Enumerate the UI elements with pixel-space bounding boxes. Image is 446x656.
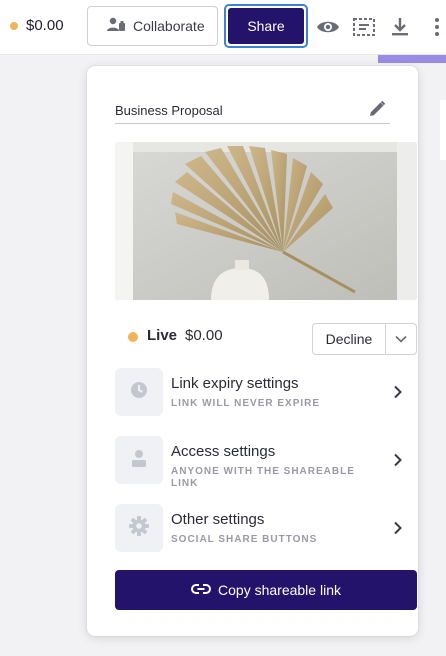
document-title: Business Proposal bbox=[115, 103, 223, 118]
decline-label: Decline bbox=[325, 331, 373, 347]
setting-icon-box bbox=[115, 436, 163, 484]
status-dot bbox=[10, 22, 18, 30]
setting-subtitle: ANYONE WITH THE SHAREABLE LINK bbox=[171, 466, 355, 489]
clock-icon bbox=[129, 380, 149, 405]
chevron-right-icon bbox=[391, 521, 405, 535]
variables-icon[interactable] bbox=[351, 14, 377, 40]
setting-subtitle: SOCIAL SHARE BUTTONS bbox=[171, 534, 318, 545]
live-status-dot bbox=[128, 332, 138, 342]
share-button[interactable]: Share bbox=[224, 4, 308, 48]
status-amount: $0.00 bbox=[185, 327, 223, 344]
setting-other[interactable]: Other settings SOCIAL SHARE BUTTONS bbox=[115, 504, 417, 554]
document-thumbnail bbox=[115, 142, 417, 300]
eye-icon[interactable] bbox=[315, 14, 341, 40]
top-toolbar: $0.00 Collaborate Share bbox=[0, 0, 446, 55]
copy-link-label: Copy shareable link bbox=[218, 582, 341, 598]
link-icon bbox=[191, 582, 211, 598]
copy-shareable-link-button[interactable]: Copy shareable link bbox=[115, 570, 417, 610]
document-title-field[interactable]: Business Proposal bbox=[115, 98, 390, 124]
collaborate-label: Collaborate bbox=[133, 18, 205, 34]
setting-icon-box bbox=[115, 368, 163, 416]
setting-title: Other settings bbox=[171, 511, 265, 528]
background-page-edge bbox=[440, 100, 446, 160]
background-accent bbox=[378, 55, 446, 63]
user-group-icon bbox=[106, 17, 126, 36]
status-label: Live bbox=[147, 327, 178, 344]
share-popover: Business Proposal Live $0.00 Decline Lin… bbox=[87, 66, 418, 636]
chevron-right-icon bbox=[391, 453, 405, 467]
setting-title: Access settings bbox=[171, 443, 276, 460]
more-vertical-icon[interactable] bbox=[424, 14, 446, 40]
decline-button[interactable]: Decline bbox=[312, 323, 386, 355]
status-row: Live $0.00 Decline bbox=[115, 323, 417, 358]
setting-link-expiry[interactable]: Link expiry settings LINK WILL NEVER EXP… bbox=[115, 368, 417, 418]
chevron-right-icon bbox=[391, 385, 405, 399]
pencil-icon[interactable] bbox=[368, 100, 386, 118]
decline-dropdown-toggle[interactable] bbox=[386, 323, 417, 355]
setting-title: Link expiry settings bbox=[171, 375, 299, 392]
document-amount: $0.00 bbox=[26, 17, 64, 34]
gear-icon bbox=[128, 515, 150, 542]
download-icon[interactable] bbox=[387, 14, 413, 40]
setting-access[interactable]: Access settings ANYONE WITH THE SHAREABL… bbox=[115, 436, 417, 489]
collaborate-button[interactable]: Collaborate bbox=[87, 6, 218, 46]
setting-subtitle: LINK WILL NEVER EXPIRE bbox=[171, 398, 321, 409]
person-icon bbox=[130, 448, 148, 473]
setting-icon-box bbox=[115, 504, 163, 552]
chevron-down-icon bbox=[395, 330, 407, 348]
share-label: Share bbox=[247, 18, 285, 34]
